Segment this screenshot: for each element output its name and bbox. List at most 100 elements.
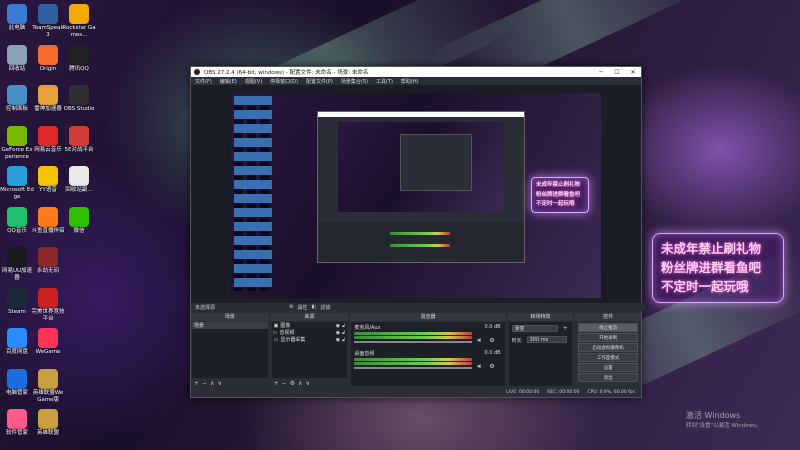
add-icon[interactable]: + (194, 380, 199, 387)
desktop-icon-obs[interactable]: OBS Studio (62, 85, 96, 113)
desktop-icon-softmgr[interactable]: 软件管家 (0, 409, 34, 437)
mixer-channel-name: 麦克风/Aux (354, 325, 381, 331)
settings-button[interactable]: 设置 (578, 363, 639, 372)
exit-button[interactable]: 退出 (578, 373, 639, 382)
up-icon[interactable]: ∧ (298, 380, 302, 387)
desktop-icon-yy[interactable]: YY语音 (31, 166, 65, 194)
desktop-icon-lol[interactable]: 英雄联盟 (31, 409, 65, 437)
desktop-icon-teamspeak[interactable]: TeamSpeak 3 (31, 4, 65, 39)
down-icon[interactable]: ∨ (306, 380, 310, 387)
desktop-icon-label: 软件管家 (5, 430, 28, 436)
volume-slider[interactable] (354, 341, 473, 343)
menu-edit[interactable]: 编辑(E) (220, 78, 237, 85)
remove-icon[interactable]: − (282, 380, 287, 387)
desktop-icon-baidunetdisk[interactable]: 百度网盘 (0, 328, 34, 356)
gear-icon[interactable]: ⚙ (489, 337, 494, 344)
gear-icon[interactable]: ⚙ (290, 380, 295, 387)
desktop-icon-steam[interactable]: Steam (0, 287, 34, 316)
desktop-icon-label: 完美世界竞技平台 (31, 308, 65, 322)
desktop-icon-bak[interactable]: 回收站副... (62, 166, 96, 194)
remove-icon[interactable]: − (202, 380, 207, 387)
volume-slider[interactable] (354, 367, 473, 369)
scene-item[interactable]: 场景 (192, 322, 268, 329)
desktop-icon-geforce[interactable]: GeForce Experience (0, 125, 34, 161)
desktop-icon-douyu[interactable]: 斗鱼直播伴侣 (31, 206, 65, 235)
preview-area[interactable]: 未成年禁止刷礼物 粉丝牌进群看鱼吧 不定时一起玩哦 (191, 85, 641, 303)
down-icon[interactable]: ∨ (217, 380, 221, 387)
pc-manager-icon (7, 368, 27, 389)
speaker-icon[interactable]: 🔊︎ (477, 337, 481, 345)
desktop-icon-recycle[interactable]: 回收站 (0, 44, 34, 73)
obs-titlebar[interactable]: OBS 27.2.4 (64-bit, windows) - 配置文件: 未命名… (191, 67, 641, 77)
properties-button[interactable]: 属性 (298, 304, 308, 311)
menu-view[interactable]: 视图(V) (245, 78, 262, 85)
virtual-camera-button[interactable]: 启动虚拟摄像机 (578, 343, 639, 352)
desktop-icon-qqmusic[interactable]: QQ音乐 (0, 206, 34, 235)
nested-deeper-obs (400, 134, 472, 191)
filter-icon[interactable]: ◧ (312, 304, 317, 310)
stop-streaming-button[interactable]: 停止推流 (578, 323, 639, 332)
transitions-body: 渐变 + 时长 300 ms (508, 322, 573, 386)
mixer-channel-db: 0.0 dB (484, 324, 501, 330)
obs-window[interactable]: OBS 27.2.4 (64-bit, windows) - 配置文件: 未命名… (190, 66, 645, 398)
desktop-icon-edge[interactable]: Microsoft Edge (0, 166, 34, 201)
preview-canvas[interactable]: 未成年禁止刷礼物 粉丝牌进群看鱼吧 不定时一起玩哦 (231, 93, 601, 298)
filters-button[interactable]: 滤镜 (320, 304, 330, 311)
desktop-icon-lolcn[interactable]: 完美世界竞技平台 (31, 287, 65, 323)
gear-icon[interactable]: ⚙ (289, 304, 293, 310)
eye-icon[interactable]: ◉ (336, 330, 340, 336)
eye-icon[interactable]: ◉ (336, 323, 340, 329)
source-item[interactable]: ▣ 图像 ◉ 🔓︎ (272, 322, 348, 330)
close-icon[interactable]: ✕ (625, 69, 641, 76)
lock-icon[interactable]: 🔓︎ (342, 323, 345, 329)
banner-line: 粉丝牌进群看鱼吧 (661, 260, 762, 275)
desktop-icon-origin[interactable]: Origin (31, 44, 65, 73)
rockstar-icon (69, 4, 89, 24)
menu-dock[interactable]: 停靠窗口(D) (270, 78, 298, 85)
duration-label: 时长 (511, 338, 522, 344)
speaker-icon[interactable]: 🔊︎ (477, 363, 481, 371)
menu-profile[interactable]: 配置文件(P) (306, 78, 333, 85)
desktop-icon-pcmanager[interactable]: 电脑管家 (0, 368, 34, 397)
add-icon[interactable]: + (274, 380, 279, 387)
lock-icon[interactable]: 🔓︎ (342, 330, 345, 336)
sources-footer: + − ⚙ ∧ ∨ (271, 379, 349, 387)
desktop-icon-5e[interactable]: 5E对战平台 (62, 125, 96, 154)
desktop-icon-label: GeForce Experience (1, 146, 33, 160)
start-recording-button[interactable]: 开始录制 (578, 333, 639, 342)
eye-icon[interactable]: ◉ (336, 337, 340, 343)
desktop-icon-tencentqq[interactable]: 腾讯QQ (62, 44, 96, 73)
desktop-icon-control[interactable]: 控制面板 (0, 85, 34, 113)
desktop-icon-neteasemusic[interactable]: 网易云音乐 (31, 125, 65, 154)
source-item[interactable]: ▷ 音视频 ◉ 🔓︎ (272, 329, 348, 337)
maximize-icon[interactable]: ☐ (609, 69, 625, 76)
yongjie-icon (38, 247, 58, 267)
menu-scene-collection[interactable]: 场景集合(S) (341, 78, 368, 85)
desktop-icon-leishen[interactable]: 雷神加速器 (31, 85, 65, 113)
up-icon[interactable]: ∧ (210, 380, 214, 387)
transition-select[interactable]: 渐变 (511, 325, 558, 332)
menu-file[interactable]: 文件(F) (195, 78, 212, 85)
studio-mode-button[interactable]: 工作室模式 (578, 353, 639, 362)
stream-banner: 未成年禁止刷礼物 粉丝牌进群看鱼吧 不定时一起玩哦 (652, 233, 784, 303)
source-item[interactable]: ▭ 显示器采集 ◉ 🔓︎ (272, 336, 348, 344)
menu-tools[interactable]: 工具(T) (376, 78, 393, 85)
volume-meter (354, 362, 473, 365)
desktop-icon-pc[interactable]: 此电脑 (0, 4, 34, 32)
desktop-icon-uu[interactable]: 网易UU加速器 (0, 247, 34, 282)
desktop-icon-lolwegame[interactable]: 英雄联盟WeGame版 (31, 368, 65, 404)
minimize-icon[interactable]: ─ (593, 69, 609, 76)
mixer-dock: 混音器 麦克风/Aux 0.0 dB 🔊︎ ⚙ 桌面音频 0.0 dB 🔊︎ ⚙ (350, 313, 506, 387)
menu-help[interactable]: 帮助(H) (401, 78, 419, 85)
banner-line: 未成年禁止刷礼物 (661, 241, 762, 256)
monitor-icon (7, 4, 27, 24)
desktop-icon-yongjie[interactable]: 永劫无间 (31, 247, 65, 275)
lock-icon[interactable]: 🔓︎ (342, 337, 345, 343)
duration-input[interactable]: 300 ms (526, 336, 567, 343)
desktop-icon-rockstar[interactable]: Rockstar Games... (62, 4, 96, 39)
desktop-icon-label: 斗鱼直播伴侣 (31, 227, 65, 234)
desktop-icon-wechat[interactable]: 微信 (62, 206, 96, 235)
gear-icon[interactable]: ⚙ (489, 363, 494, 370)
add-icon[interactable]: + (563, 325, 568, 332)
desktop-icon-wegame[interactable]: WeGame (31, 328, 65, 356)
